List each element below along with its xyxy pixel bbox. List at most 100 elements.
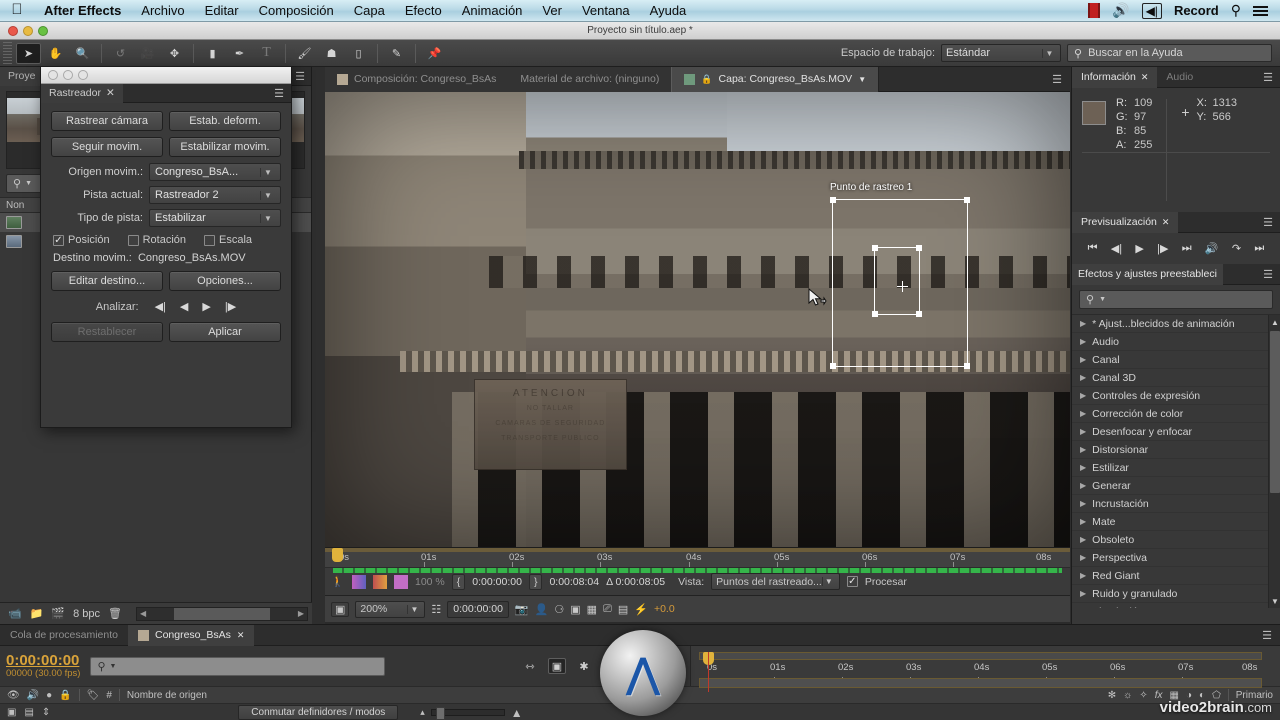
timeline-current-time-indicator[interactable]: [703, 652, 714, 692]
fit-to-window-icon[interactable]: ▣: [331, 601, 350, 617]
out-point-value[interactable]: 0:00:08:04: [549, 576, 599, 588]
anchor-switch-icon[interactable]: ✻: [1108, 690, 1116, 701]
person-icon[interactable]: 🚶: [331, 575, 345, 589]
new-folder-icon[interactable]: 📁: [30, 607, 44, 620]
menu-capa[interactable]: Capa: [344, 3, 395, 18]
effect-category-row[interactable]: ▶ Estilizar: [1072, 459, 1280, 477]
zoom-out-icon[interactable]: ▴: [420, 707, 425, 718]
draft-3d-icon[interactable]: ▣: [548, 658, 566, 674]
work-area-bar[interactable]: [699, 652, 1262, 660]
tab-informacion[interactable]: Información ✕: [1072, 66, 1158, 88]
delete-icon[interactable]: 🗑: [108, 607, 122, 620]
tracker-minimize-button[interactable]: [63, 70, 73, 80]
alpha-overlay-icon[interactable]: [373, 574, 387, 589]
loop-icon[interactable]: ↷: [1232, 242, 1241, 255]
twirl-icon[interactable]: ▶: [1080, 589, 1086, 598]
rotation-checkbox[interactable]: [127, 234, 139, 246]
panel-menu-icon[interactable]: ☰: [295, 70, 311, 83]
menu-animacion[interactable]: Animación: [452, 3, 533, 18]
interpret-footage-icon[interactable]: 🎬: [51, 607, 65, 620]
rotation-tool[interactable]: ↺: [108, 43, 133, 64]
tab-previsualizacion[interactable]: Previsualización ✕: [1072, 211, 1179, 233]
effect-category-row[interactable]: ▶ Audio: [1072, 333, 1280, 351]
eraser-tool[interactable]: ▯: [346, 43, 371, 64]
timeline-link-icon[interactable]: ▤: [618, 603, 628, 616]
volume-icon[interactable]: 🔊: [1112, 2, 1129, 19]
effect-category-row[interactable]: ▶ Distorsionar: [1072, 441, 1280, 459]
resolution-icon[interactable]: ☷: [431, 603, 441, 616]
effects-scrollbar[interactable]: ▲ ▼: [1268, 315, 1280, 608]
help-search-input[interactable]: ⚲ Buscar en la Ayuda: [1067, 44, 1272, 62]
search-handle-tl[interactable]: [830, 197, 836, 203]
current-track-select[interactable]: Rastreador 2 ▼: [149, 186, 281, 204]
opacity-value[interactable]: 100 %: [415, 576, 445, 588]
panel-menu-icon[interactable]: ☰: [274, 87, 291, 100]
hide-shy-layers-icon[interactable]: ✱: [575, 658, 593, 674]
zoom-tool[interactable]: 🔍: [70, 43, 95, 64]
close-icon[interactable]: ✕: [237, 630, 245, 641]
twirl-icon[interactable]: ▶: [1080, 355, 1086, 364]
position-checkbox[interactable]: ✓: [53, 234, 64, 246]
lock-icon[interactable]: 🔒: [59, 690, 71, 701]
zoom-slider-thumb[interactable]: [435, 707, 445, 720]
effect-category-row[interactable]: ▶ Incrustación: [1072, 495, 1280, 513]
twirl-icon[interactable]: ▶: [1080, 337, 1086, 346]
render-checkbox[interactable]: ✓: [846, 576, 858, 587]
menu-efecto[interactable]: Efecto: [395, 3, 452, 18]
search-handle-tr[interactable]: [964, 197, 970, 203]
reset-button[interactable]: Restablecer: [51, 322, 163, 342]
panel-menu-icon[interactable]: ☰: [1052, 73, 1070, 86]
video-visibility-icon[interactable]: 👁: [7, 690, 20, 701]
menu-after-effects[interactable]: After Effects: [34, 3, 131, 18]
toggle-switches-icon[interactable]: ▣: [7, 707, 16, 718]
twirl-icon[interactable]: ▶: [1080, 571, 1086, 580]
viewer-stage[interactable]: ATENCION NO TALLAR CAMARAS DE SEGURIDAD …: [325, 92, 1070, 547]
menu-archivo[interactable]: Archivo: [131, 3, 194, 18]
show-snapshot-icon[interactable]: 👤: [535, 603, 549, 616]
search-handle-bl[interactable]: [830, 363, 836, 369]
twirl-icon[interactable]: ▶: [1080, 391, 1086, 400]
workspace-select[interactable]: Estándar ▼: [941, 44, 1061, 62]
twirl-icon[interactable]: ▶: [1080, 481, 1086, 490]
tab-efectos[interactable]: Efectos y ajustes preestableci: [1072, 263, 1223, 285]
twirl-icon[interactable]: ▶: [1080, 535, 1086, 544]
bit-depth-label[interactable]: 8 bpc: [73, 608, 100, 620]
feature-handle-br[interactable]: [916, 311, 922, 317]
clone-stamp-tool[interactable]: ☗: [319, 43, 344, 64]
record-label[interactable]: Record: [1174, 3, 1219, 18]
tab-composition[interactable]: Composición: Congreso_BsAs: [325, 66, 509, 92]
last-frame-icon[interactable]: ⏭: [1182, 242, 1192, 255]
effects-list[interactable]: ▶ * Ajust...blecidos de animación ▶ Audio …: [1072, 314, 1280, 608]
twirl-icon[interactable]: ▶: [1080, 427, 1086, 436]
zoom-slider-track[interactable]: [430, 707, 505, 720]
scroll-thumb[interactable]: [1270, 331, 1280, 493]
feature-handle-tl[interactable]: [872, 245, 878, 251]
fast-preview-icon[interactable]: ⚡: [634, 603, 648, 616]
stabilize-motion-button[interactable]: Estabilizar movim.: [169, 137, 281, 157]
track-type-select[interactable]: Estabilizar ▼: [149, 209, 281, 227]
effects-switch-icon[interactable]: ✧: [1139, 690, 1147, 701]
out-point-icon[interactable]: }: [528, 573, 543, 590]
chevron-down-icon[interactable]: ▼: [858, 75, 866, 84]
project-horizontal-scrollbar[interactable]: ◀ ▶: [136, 606, 308, 621]
scroll-left-arrow[interactable]: ◀: [137, 609, 149, 618]
source-name-header[interactable]: Nombre de origen: [127, 690, 207, 701]
effect-category-row[interactable]: ▶ Red Giant: [1072, 567, 1280, 585]
current-time-indicator[interactable]: [332, 548, 343, 562]
effect-category-row[interactable]: ▶ Corrección de color: [1072, 405, 1280, 423]
tab-audio[interactable]: Audio: [1157, 67, 1202, 88]
twirl-icon[interactable]: ▶: [1080, 445, 1086, 454]
warp-stabilizer-button[interactable]: Estab. deform.: [169, 111, 281, 131]
expand-collapse-icon[interactable]: ▤: [24, 707, 33, 718]
brush-tool[interactable]: 🖌: [292, 43, 317, 64]
twirl-icon[interactable]: ▶: [1080, 373, 1086, 382]
tracker-maximize-button[interactable]: [78, 70, 88, 80]
tab-layer[interactable]: 🔒 Capa: Congreso_BsAs.MOV ▼: [671, 66, 880, 92]
analyze-forward-one-frame-icon[interactable]: |▶: [225, 300, 236, 313]
first-frame-icon[interactable]: ⏮: [1088, 242, 1098, 255]
menu-composicion[interactable]: Composición: [249, 3, 344, 18]
next-frame-icon[interactable]: |▶: [1157, 242, 1168, 255]
tracker-close-button[interactable]: [48, 70, 58, 80]
options-button[interactable]: Opciones...: [169, 271, 281, 291]
alpha-boundary-icon[interactable]: [352, 574, 366, 589]
